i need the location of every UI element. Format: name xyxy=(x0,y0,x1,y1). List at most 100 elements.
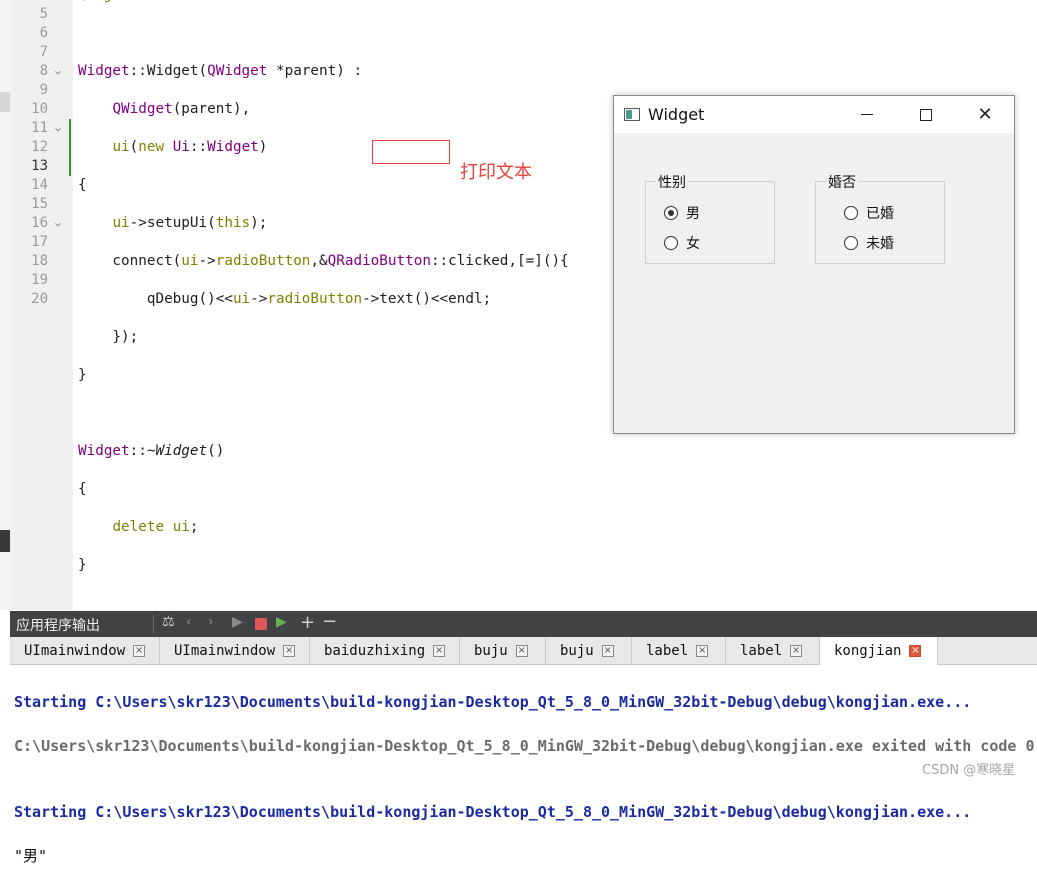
tab-label[interactable]: label × xyxy=(632,637,726,664)
code-line: delete ui; xyxy=(112,519,199,535)
radio-female[interactable]: 女 xyxy=(664,233,700,253)
groupbox-title: 性别 xyxy=(656,172,688,192)
window-titlebar[interactable]: Widget ✕ xyxy=(614,96,1014,133)
line-number-current: 13 xyxy=(31,158,48,174)
radio-label: 未婚 xyxy=(866,236,894,252)
tab-label: UImainwindow xyxy=(24,642,126,659)
previous-icon[interactable]: ‹ xyxy=(186,614,192,630)
close-tab-icon[interactable]: × xyxy=(133,644,146,657)
radio-married[interactable]: 已婚 xyxy=(844,203,894,223)
strip-marker-dark xyxy=(0,530,10,552)
radio-checked-icon[interactable] xyxy=(664,206,678,220)
code-line: qDebug()<<ui->radioButton->text()<<endl; xyxy=(78,291,492,307)
highlight-box xyxy=(372,140,450,164)
line-number: 7 xyxy=(39,44,48,60)
close-button[interactable]: ✕ xyxy=(962,96,1008,133)
code-line: }); xyxy=(78,329,139,345)
code-line: } xyxy=(78,367,87,383)
close-tab-icon[interactable]: × xyxy=(790,644,803,657)
stop-icon[interactable] xyxy=(255,618,267,630)
close-icon: ✕ xyxy=(977,104,993,125)
line-number: 11 xyxy=(31,120,48,136)
radio-unchecked-icon[interactable] xyxy=(844,206,858,220)
tab-baiduzhixing[interactable]: baiduzhixing × xyxy=(310,637,460,664)
tab-label: buju xyxy=(474,642,508,659)
fold-chevron-icon[interactable]: ⌵ xyxy=(55,214,61,233)
tab-kongjian[interactable]: kongjian × xyxy=(820,637,938,665)
close-tab-icon[interactable]: × xyxy=(696,644,709,657)
output-pane-title: 应用程序输出 xyxy=(16,618,100,634)
radio-label: 女 xyxy=(686,236,700,252)
output-pane-toolbar: 应用程序输出 ⚖ ‹ › ▶ ▶ + − xyxy=(10,611,1037,637)
minimize-icon xyxy=(861,114,873,115)
code-line: Widget::~Widget() xyxy=(78,443,225,459)
window-app-icon xyxy=(624,108,640,121)
line-number: 5 xyxy=(39,6,48,22)
watermark: CSDN @寒晓星 xyxy=(922,763,1016,778)
widget-window[interactable]: Widget ✕ 性别 男 女 婚否 已婚 未婚 xyxy=(613,95,1015,434)
zoom-in-icon[interactable]: + xyxy=(300,612,315,633)
minimize-button[interactable] xyxy=(844,96,890,133)
strip-marker xyxy=(0,92,10,112)
line-number: 9 xyxy=(39,82,48,98)
rerun-icon[interactable]: ▶ xyxy=(276,614,287,630)
radio-unchecked-icon[interactable] xyxy=(664,236,678,250)
close-tab-icon[interactable]: × xyxy=(515,644,528,657)
line-number: 10 xyxy=(31,101,48,117)
toolbar-separator xyxy=(153,615,154,633)
zoom-out-icon[interactable]: − xyxy=(322,611,337,632)
output-tabs: UImainwindow × UImainwindow × baiduzhixi… xyxy=(10,637,1037,665)
output-line: C:\Users\skr123\Documents\build-kongjian… xyxy=(14,737,1035,755)
close-tab-icon[interactable]: × xyxy=(601,644,614,657)
line-number: 19 xyxy=(31,272,48,288)
code-line: } xyxy=(78,557,87,573)
tab-label: UImainwindow xyxy=(174,642,276,659)
close-tab-icon[interactable]: × xyxy=(433,644,446,657)
radio-male[interactable]: 男 xyxy=(664,203,700,223)
application-output[interactable]: Starting C:\Users\skr123\Documents\build… xyxy=(14,669,1034,889)
line-number: 17 xyxy=(31,234,48,250)
change-marker xyxy=(69,119,71,176)
fold-chevron-icon[interactable]: ⌵ xyxy=(55,119,61,138)
code-line: ui(new Ui::Widget) xyxy=(112,139,268,155)
line-number: 18 xyxy=(31,253,48,269)
code-editor[interactable]: Widget::Widget(QWidget *parent) : QWidge… xyxy=(78,5,569,632)
radio-label: 已婚 xyxy=(866,206,894,222)
line-number: 8 xyxy=(39,63,48,79)
code-line-clipped: Q..g.. xyxy=(78,0,129,3)
tab-label[interactable]: label × xyxy=(726,637,820,664)
maximize-button[interactable] xyxy=(903,96,949,133)
tab-buju[interactable]: buju × xyxy=(546,637,632,664)
fold-chevron-icon[interactable]: ⌵ xyxy=(55,62,61,81)
code-line: connect(ui->radioButton,&QRadioButton::c… xyxy=(78,253,569,269)
line-number: 20 xyxy=(31,291,48,307)
output-line: Starting C:\Users\skr123\Documents\build… xyxy=(14,693,972,711)
tab-uimainwindow[interactable]: UImainwindow × xyxy=(10,637,160,664)
close-tab-icon[interactable]: × xyxy=(909,645,922,657)
tab-label: label xyxy=(646,642,689,659)
next-icon[interactable]: › xyxy=(208,614,214,630)
line-number: 15 xyxy=(31,196,48,212)
line-number: 16 xyxy=(31,215,48,231)
run-icon[interactable]: ▶ xyxy=(232,614,243,630)
tab-label: buju xyxy=(560,642,594,659)
line-number: 12 xyxy=(31,139,48,155)
radio-unchecked-icon[interactable] xyxy=(844,236,858,250)
maximize-icon xyxy=(920,108,932,121)
tab-uimainwindow[interactable]: UImainwindow × xyxy=(160,637,310,664)
clear-output-icon[interactable]: ⚖ xyxy=(162,614,175,630)
output-line: "男" xyxy=(14,847,48,865)
tab-buju[interactable]: buju × xyxy=(460,637,546,664)
output-line: Starting C:\Users\skr123\Documents\build… xyxy=(14,803,972,821)
radio-unmarried[interactable]: 未婚 xyxy=(844,233,894,253)
line-number: 14 xyxy=(31,177,48,193)
code-line: Widget::Widget(QWidget *parent) : xyxy=(78,63,363,79)
annotation-label: 打印文本 xyxy=(460,162,532,183)
code-line: ui->setupUi(this); xyxy=(112,215,268,231)
tab-label: baiduzhixing xyxy=(324,642,426,659)
close-tab-icon[interactable]: × xyxy=(283,644,296,657)
window-title: Widget xyxy=(648,105,705,124)
groupbox-title: 婚否 xyxy=(826,172,858,192)
